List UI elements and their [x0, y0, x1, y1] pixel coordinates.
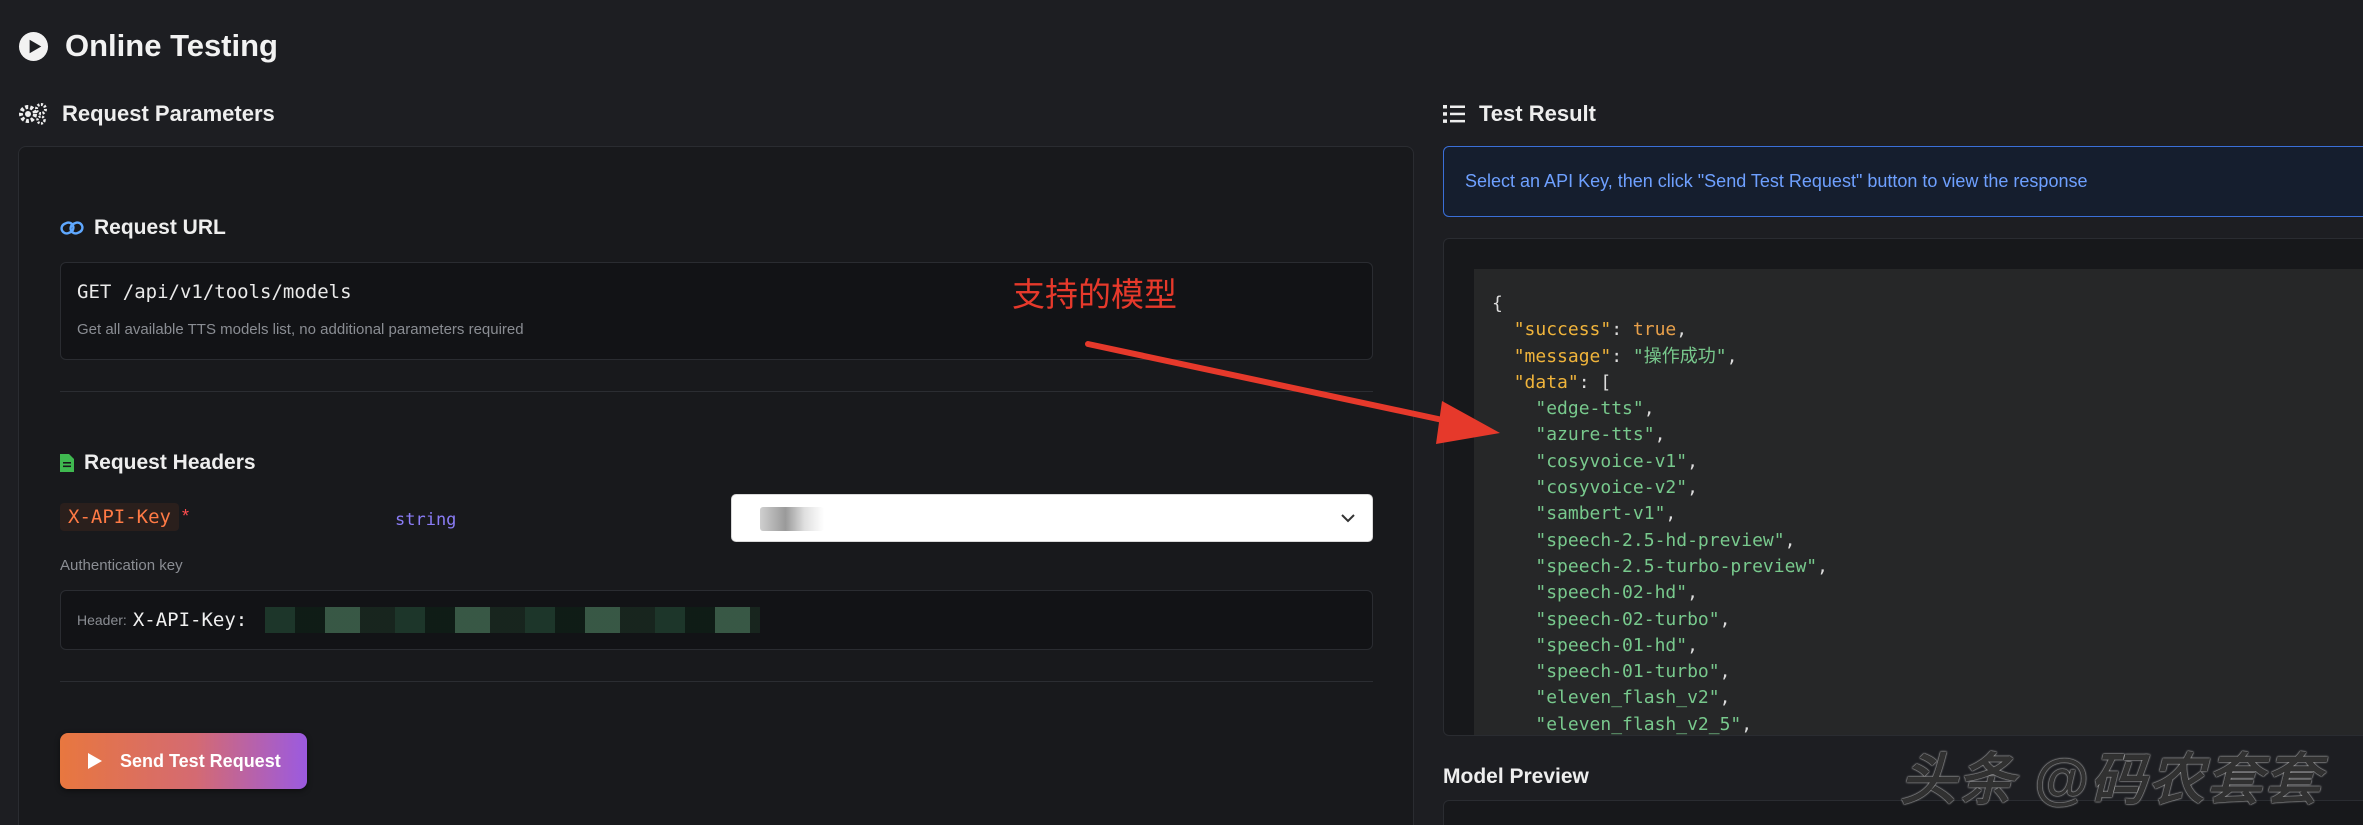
- request-parameters-panel: [18, 146, 1414, 825]
- request-headers-label: Request Headers: [84, 451, 256, 474]
- json-value: "操作成功": [1632, 345, 1727, 367]
- watermark: 头条 @码农套套: [1900, 748, 2323, 811]
- json-key: "data": [1513, 371, 1579, 393]
- model-item: "speech-01-hd": [1535, 634, 1688, 656]
- page-title: Online Testing: [65, 28, 278, 63]
- model-item: "eleven_flash_v2": [1535, 687, 1720, 709]
- json-value: true: [1632, 319, 1677, 341]
- model-item: "speech-02-hd": [1535, 582, 1688, 604]
- play-icon: [88, 753, 102, 769]
- json-key: "success": [1513, 319, 1612, 341]
- model-item: "speech-02-turbo": [1535, 608, 1720, 630]
- model-item: "edge-tts": [1535, 398, 1644, 420]
- section-divider: [60, 681, 1373, 682]
- header-description: Authentication key: [60, 557, 183, 574]
- section-divider: [60, 391, 1373, 392]
- chevron-down-icon: [1341, 514, 1355, 523]
- model-item: "eleven_flash_v2_5": [1535, 713, 1742, 735]
- link-icon: [60, 221, 84, 235]
- header-preview-key: X-API-Key:: [132, 609, 248, 631]
- model-item: "sambert-v1": [1535, 503, 1666, 525]
- test-result-heading: Test Result: [1443, 101, 1596, 127]
- model-preview-heading: Model Preview: [1443, 765, 1589, 788]
- page-header: Online Testing: [18, 28, 278, 64]
- model-item: "azure-tts": [1535, 424, 1655, 446]
- model-item: "cosyvoice-v1": [1535, 450, 1688, 472]
- header-preview: Header: X-API-Key:: [60, 590, 1373, 650]
- api-key-select[interactable]: [731, 494, 1373, 542]
- response-json: { "success": true, "message": "操作成功", "d…: [1492, 293, 1828, 735]
- request-parameters-heading: Request Parameters: [18, 101, 275, 127]
- file-icon: [60, 454, 74, 472]
- request-url-label: Request URL: [94, 216, 226, 239]
- play-circle-icon: [18, 31, 49, 61]
- json-bracket: [: [1600, 371, 1612, 393]
- gears-icon: [19, 103, 47, 125]
- model-item: "cosyvoice-v2": [1535, 477, 1688, 499]
- request-headers-heading: Request Headers: [60, 451, 256, 475]
- header-preview-masked-value: [265, 607, 761, 633]
- list-icon: [1443, 105, 1465, 123]
- annotation-label: 支持的模型: [1012, 276, 1177, 313]
- required-mark: *: [182, 506, 190, 526]
- info-alert: Select an API Key, then click "Send Test…: [1443, 146, 2363, 217]
- request-parameters-label: Request Parameters: [62, 101, 275, 126]
- api-key-selected-value: [760, 507, 824, 531]
- info-alert-text: Select an API Key, then click "Send Test…: [1465, 171, 2088, 191]
- header-type-label: string: [395, 510, 457, 530]
- header-preview-prefix: Header:: [77, 612, 127, 628]
- request-url-description: Get all available TTS models list, no ad…: [77, 321, 524, 338]
- send-test-request-label: Send Test Request: [120, 750, 281, 771]
- model-item: "speech-01-turbo": [1535, 661, 1720, 683]
- send-test-request-button[interactable]: Send Test Request: [60, 733, 307, 789]
- json-brace: {: [1492, 293, 1503, 314]
- model-item: "speech-2.5-turbo-preview": [1535, 555, 1818, 577]
- test-result-label: Test Result: [1479, 101, 1596, 126]
- json-key: "message": [1513, 345, 1612, 367]
- model-item: "speech-2.5-hd-preview": [1535, 529, 1785, 551]
- request-url-endpoint: GET /api/v1/tools/models: [77, 281, 352, 303]
- response-panel[interactable]: { "success": true, "message": "操作成功", "d…: [1443, 238, 2363, 736]
- header-key-tag: X-API-Key: [60, 503, 179, 531]
- request-url-heading: Request URL: [60, 216, 226, 240]
- response-code-block: { "success": true, "message": "操作成功", "d…: [1474, 269, 2363, 735]
